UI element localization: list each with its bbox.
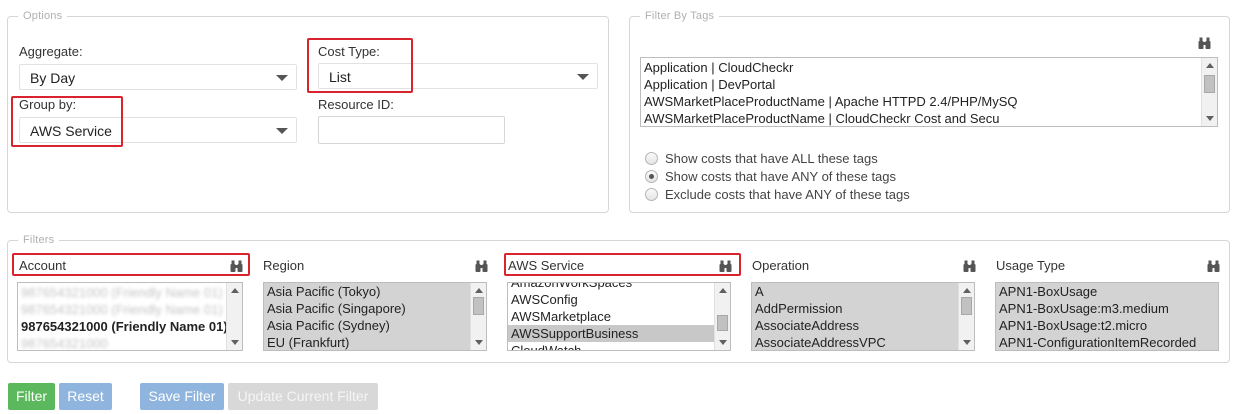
operation-listbox[interactable]: A AddPermission AssociateAddress Associa…	[751, 282, 975, 351]
scrollbar-thumb[interactable]	[717, 315, 728, 331]
binoculars-icon[interactable]	[1198, 37, 1211, 49]
list-item[interactable]: AWSConfig	[508, 291, 730, 308]
radio-button-checked[interactable]	[645, 170, 658, 183]
binoculars-icon[interactable]	[963, 260, 976, 272]
filter-button[interactable]: Filter	[8, 383, 55, 410]
list-item[interactable]: APN1-BoxUsage:m3.medium	[996, 300, 1218, 317]
scrollbar[interactable]	[226, 283, 242, 350]
account-list: 987654321000 (Friendly Name 01) 98765432…	[18, 283, 242, 350]
list-item[interactable]: AWSMarketplace	[508, 308, 730, 325]
list-item[interactable]: Application | CloudCheckr	[641, 59, 1217, 76]
scrollbar[interactable]	[470, 283, 486, 350]
cost-type-highlight	[307, 38, 413, 93]
account-highlight	[12, 253, 250, 276]
list-item[interactable]: APN1-BoxUsage:t2.micro	[996, 317, 1218, 334]
list-item[interactable]: APN1-ConfigurationItemRecorded	[996, 334, 1218, 350]
filters-legend: Filters	[23, 234, 55, 246]
scroll-up-icon[interactable]	[1206, 63, 1214, 68]
list-item[interactable]: 987654321000	[18, 335, 242, 350]
radio-label: Show costs that have ALL these tags	[665, 151, 878, 166]
region-list: Asia Pacific (Tokyo) Asia Pacific (Singa…	[264, 283, 486, 350]
region-listbox[interactable]: Asia Pacific (Tokyo) Asia Pacific (Singa…	[263, 282, 487, 351]
scrollbar[interactable]	[714, 283, 730, 350]
usage-type-list: APN1-BoxUsage APN1-BoxUsage:m3.medium AP…	[996, 283, 1218, 350]
aggregate-label: Aggregate:	[19, 44, 83, 59]
scrollbar-thumb[interactable]	[473, 297, 484, 315]
aws-service-highlight	[504, 253, 741, 276]
list-item[interactable]: 987654321000 (Friendly Name 01)	[18, 318, 242, 335]
scroll-up-icon[interactable]	[231, 288, 239, 293]
reset-button[interactable]: Reset	[59, 383, 112, 410]
scroll-up-icon[interactable]	[719, 288, 727, 293]
account-listbox[interactable]: 987654321000 (Friendly Name 01) 98765432…	[17, 282, 243, 351]
binoculars-icon[interactable]	[475, 260, 488, 272]
list-item[interactable]: AmazonWorkSpaces	[508, 283, 730, 291]
list-item[interactable]: Application | DevPortal	[641, 76, 1217, 93]
filter-by-tags-legend: Filter By Tags	[645, 10, 715, 22]
scrollbar[interactable]	[958, 283, 974, 350]
scroll-up-icon[interactable]	[963, 288, 971, 293]
list-item[interactable]: CloudWatch	[508, 342, 730, 350]
tags-listbox[interactable]: Application | CloudCheckr Application | …	[640, 57, 1218, 127]
list-item[interactable]: 987654321000 (Friendly Name 01)	[18, 301, 242, 318]
group-by-highlight	[11, 96, 123, 147]
list-item-selected[interactable]: AWSSupportBusiness	[508, 325, 730, 342]
list-item[interactable]: APN1-BoxUsage	[996, 283, 1218, 300]
radio-button[interactable]	[645, 152, 658, 165]
region-label: Region	[263, 258, 305, 273]
scroll-down-icon[interactable]	[963, 340, 971, 345]
chevron-down-icon	[276, 75, 288, 81]
list-item[interactable]: AWSMarketPlaceProductName | Apache HTTPD…	[641, 93, 1217, 110]
radio-label: Exclude costs that have ANY of these tag…	[665, 187, 910, 202]
scroll-up-icon[interactable]	[475, 288, 483, 293]
scroll-down-icon[interactable]	[475, 340, 483, 345]
scrollbar-thumb[interactable]	[961, 297, 972, 315]
save-filter-button[interactable]: Save Filter	[140, 383, 224, 410]
resource-id-label: Resource ID:	[318, 97, 394, 112]
list-item[interactable]: Asia Pacific (Singapore)	[264, 300, 486, 317]
list-item[interactable]: AssociateAddress	[752, 317, 974, 334]
list-item[interactable]: AWSMarketPlaceProductName | CloudCheckr …	[641, 110, 1217, 126]
radio-button[interactable]	[645, 188, 658, 201]
radio-label: Show costs that have ANY of these tags	[665, 169, 897, 184]
update-current-filter-button[interactable]: Update Current Filter	[228, 383, 378, 410]
operation-list: A AddPermission AssociateAddress Associa…	[752, 283, 974, 350]
list-item[interactable]: Asia Pacific (Sydney)	[264, 317, 486, 334]
list-item[interactable]: A	[752, 283, 974, 300]
scroll-down-icon[interactable]	[719, 340, 727, 345]
aggregate-value: By Day	[30, 70, 76, 86]
resource-id-input[interactable]	[318, 116, 505, 144]
scroll-down-icon[interactable]	[1206, 116, 1214, 121]
aggregate-select[interactable]: By Day	[19, 64, 297, 90]
scroll-down-icon[interactable]	[231, 340, 239, 345]
tag-list: Application | CloudCheckr Application | …	[641, 58, 1217, 126]
scrollbar[interactable]	[1201, 58, 1217, 126]
scrollbar-thumb[interactable]	[1204, 75, 1215, 93]
list-item[interactable]: 987654321000 (Friendly Name 01)	[18, 284, 242, 301]
chevron-down-icon	[276, 128, 288, 134]
usage-type-listbox[interactable]: APN1-BoxUsage APN1-BoxUsage:m3.medium AP…	[995, 282, 1219, 351]
options-legend: Options	[23, 10, 63, 22]
list-item[interactable]: Asia Pacific (Tokyo)	[264, 283, 486, 300]
aws-service-listbox[interactable]: AmazonWorkSpaces AWSConfig AWSMarketplac…	[507, 282, 731, 351]
binoculars-icon[interactable]	[1207, 260, 1220, 272]
list-item[interactable]: AssociateAddressVPC	[752, 334, 974, 350]
chevron-down-icon	[577, 74, 589, 80]
operation-label: Operation	[752, 258, 810, 273]
usage-type-label: Usage Type	[996, 258, 1066, 273]
list-item[interactable]: EU (Frankfurt)	[264, 334, 486, 350]
aws-service-list: AmazonWorkSpaces AWSConfig AWSMarketplac…	[508, 283, 730, 350]
list-item[interactable]: AddPermission	[752, 300, 974, 317]
